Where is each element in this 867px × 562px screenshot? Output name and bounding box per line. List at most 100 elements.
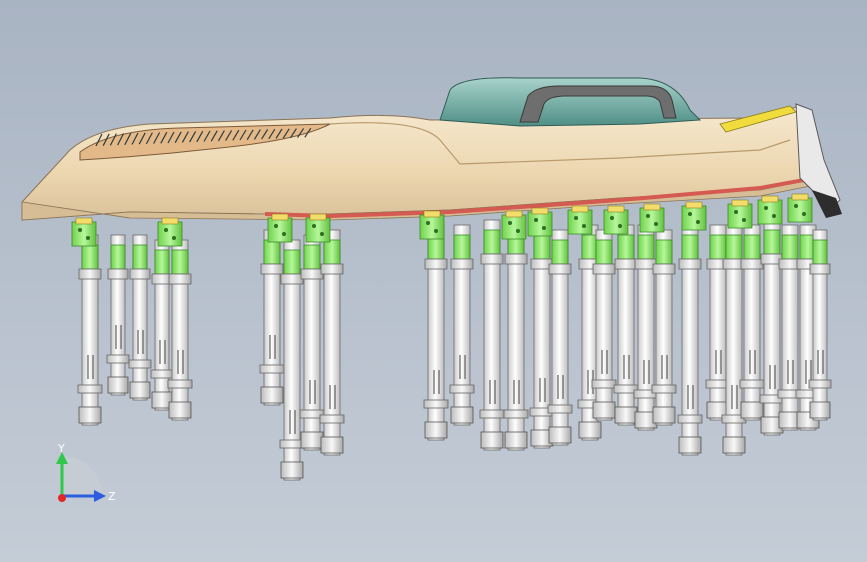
bracket-pad [571,205,589,213]
bracket-plate [757,199,783,225]
pin-green-sleeve [81,244,99,270]
clamp-bracket [757,195,783,225]
bracket-pad [423,210,441,218]
pin-washer [449,384,475,394]
pin-green-sleeve [812,239,828,265]
pin-green-sleeve [110,244,126,270]
pin-base-nut [614,406,638,424]
bracket-bolt [802,212,806,216]
pin-green-sleeve [581,234,599,260]
bracket-bolt [542,226,546,230]
bracket-plate [501,214,527,240]
support-pin [479,219,505,451]
bracket-pad [643,203,661,211]
pin-base-nut [809,401,831,419]
pin-upper-nut [260,263,284,275]
pin-green-sleeve [763,229,781,255]
pin-washer [77,384,103,394]
bracket-bolt [582,224,586,228]
pin-base-nut [260,386,284,404]
bracket-bolt [164,228,168,232]
pin-washer [150,369,174,379]
clamp-bracket [305,213,331,243]
pin-green-sleeve [617,234,635,260]
pin-upper-nut [300,268,324,280]
support-pin [319,229,345,456]
origin-dot [58,494,66,502]
bracket-pad [75,217,93,225]
pin-green-sleeve [595,239,613,265]
bracket-bolt [794,204,798,208]
pin-base-nut [107,376,129,394]
bracket-plate [71,221,97,247]
axis-triad: Y Z [56,442,116,503]
pin-washer [808,379,832,389]
bracket-bolt [688,212,692,216]
bracket-bolt [534,218,538,222]
pin-upper-nut [424,258,448,270]
pin-washer [259,364,285,374]
pin-base-nut [280,461,304,479]
pin-green-sleeve [725,234,743,260]
bracket-plate [681,205,707,231]
bracket-plate [305,217,331,243]
bracket-bolt [516,229,520,233]
bracket-bolt [426,221,430,225]
pin-green-sleeve [154,249,170,275]
pin-upper-nut [168,273,192,285]
pin-upper-nut [740,258,764,270]
bracket-plate [567,209,593,235]
z-axis-label: Z [108,490,116,503]
bracket-bolt [772,214,776,218]
pin-green-sleeve [781,234,799,260]
bracket-plate [157,221,183,247]
clamp-bracket [681,201,707,231]
pin-upper-nut [592,263,616,275]
triad-arc [62,456,102,496]
pin-upper-nut [678,258,702,270]
pin-washer [106,354,130,364]
pin-upper-nut [504,253,528,265]
clamp-bracket [639,203,665,233]
support-pin [167,239,193,421]
bracket-bolt [282,232,286,236]
pin-base-nut [450,406,474,424]
support-pin [259,229,285,406]
bracket-bolt [172,236,176,240]
pin-base-nut [168,401,192,419]
pin-green-sleeve [637,234,655,260]
bracket-plate [727,203,753,229]
bracket-bolt [618,224,622,228]
clamp-bracket [567,205,593,235]
bracket-bolt [574,216,578,220]
bracket-plate [787,197,813,223]
bracket-pad [505,210,523,218]
bracket-bolt [764,206,768,210]
pin-upper-nut [320,263,344,275]
pin-base-nut [678,436,702,454]
bracket-bolt [320,232,324,236]
pin-green-sleeve [533,234,551,260]
pin-green-sleeve [453,234,471,260]
pin-washer [128,359,152,369]
pin-washer [503,409,529,419]
pin-upper-nut [548,263,572,275]
bracket-bolt [654,222,658,226]
pin-base-nut [740,401,764,419]
pin-upper-nut [614,258,638,270]
clamp-bracket [71,217,97,247]
cad-viewport[interactable] [0,0,867,562]
bracket-bolt [742,218,746,222]
pin-washer [167,379,193,389]
pin-green-sleeve [483,229,501,255]
pin-base-nut [424,421,448,439]
pin-green-sleeve [263,239,281,265]
pin-base-nut [722,436,746,454]
bracket-pad [685,201,703,209]
bracket-pad [761,195,779,203]
pin-washer [591,379,617,389]
pin-upper-nut [78,268,102,280]
pin-upper-nut [129,268,151,280]
pin-upper-nut [280,273,304,285]
bracket-pad [161,217,179,225]
